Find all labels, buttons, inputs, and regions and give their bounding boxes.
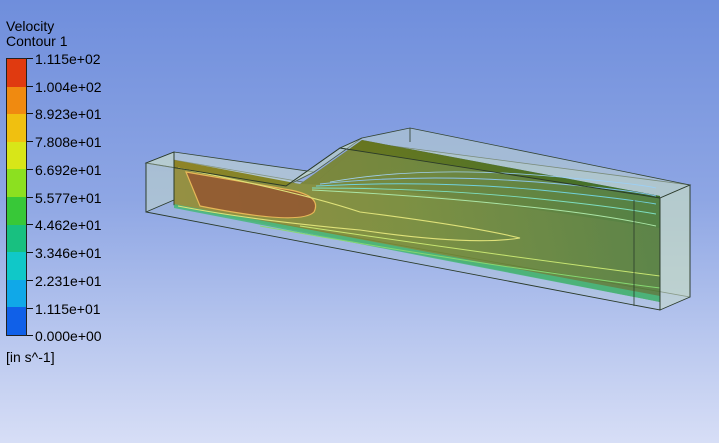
domain-outlet-face [659,184,691,311]
3d-viewport[interactable] [0,0,719,443]
